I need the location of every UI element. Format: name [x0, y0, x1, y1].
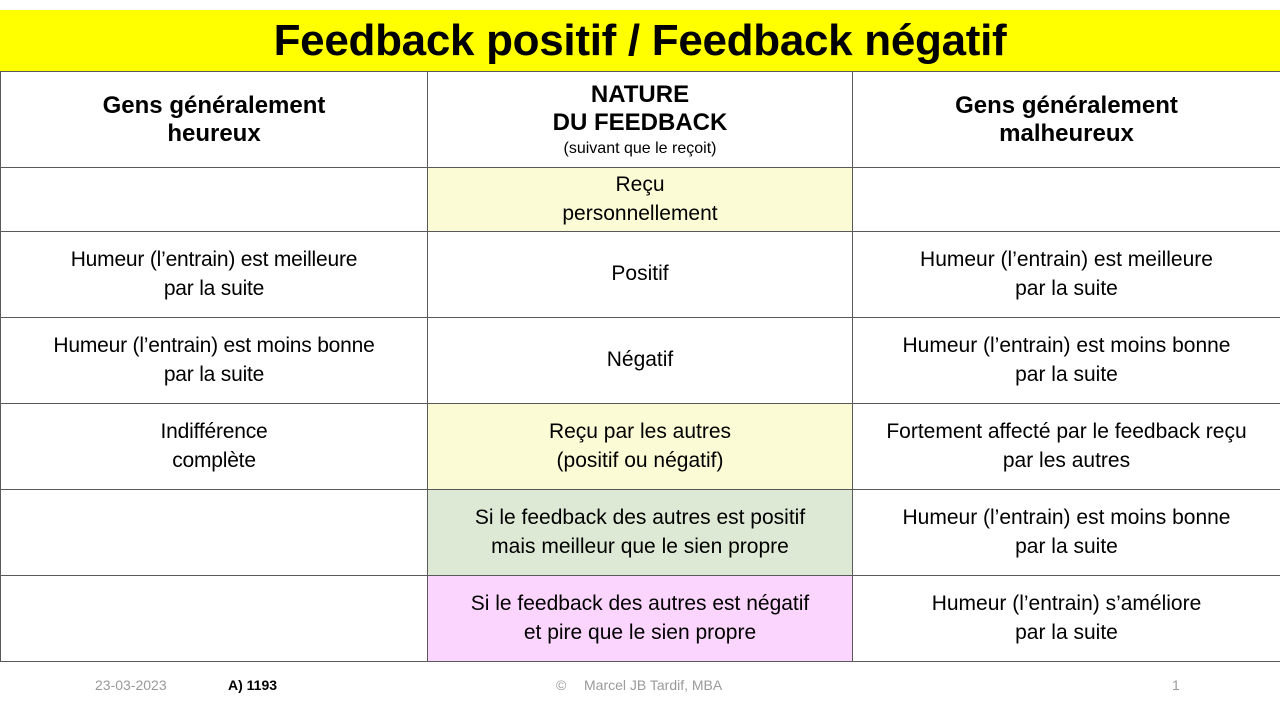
row-4-left-cell: Indifférence complète — [0, 403, 428, 490]
row-1-middle-line1: Reçu — [615, 172, 665, 196]
row-6-middle-line1: Si le feedback des autres est négatif — [470, 591, 810, 615]
header-unhappy-line2: malheureux — [999, 119, 1134, 147]
row-4-left-line2: complète — [172, 448, 256, 472]
table-header-row: Gens généralement heureux NATURE DU FEED… — [0, 71, 1280, 168]
table-row: Si le feedback des autres est positif ma… — [0, 489, 1280, 576]
row-3-right-line1: Humeur (l’entrain) est moins bonne — [902, 333, 1231, 357]
row-1-middle-line2: personnellement — [562, 201, 718, 225]
header-happy-line2: heureux — [167, 119, 261, 147]
row-3-middle-line1: Négatif — [606, 348, 674, 372]
footer-author: Marcel JB Tardif, MBA — [584, 677, 723, 693]
header-happy-line1: Gens généralement — [102, 91, 326, 119]
copyright-icon: © — [556, 677, 567, 693]
row-2-right-cell: Humeur (l’entrain) est meilleure par la … — [852, 231, 1280, 318]
row-3-left-line2: par la suite — [163, 362, 265, 386]
header-cell-feedback-nature: NATURE DU FEEDBACK (suivant que le reçoi… — [427, 71, 853, 168]
header-cell-unhappy-people: Gens généralement malheureux — [852, 71, 1280, 168]
row-6-right-line1: Humeur (l’entrain) s’améliore — [931, 591, 1202, 615]
page-title: Feedback positif / Feedback négatif — [273, 15, 1007, 65]
row-2-right-line1: Humeur (l’entrain) est meilleure — [920, 247, 1213, 271]
row-4-left-line1: Indifférence — [160, 419, 268, 443]
row-4-right-cell: Fortement affecté par le feedback reçu p… — [852, 403, 1280, 490]
row-5-middle-line2: mais meilleur que le sien propre — [491, 534, 789, 558]
row-5-right-line2: par la suite — [1015, 534, 1118, 558]
footer-page-number: 1 — [1172, 677, 1180, 693]
header-nature-line1: NATURE — [590, 81, 690, 109]
header-unhappy-line1: Gens généralement — [955, 91, 1178, 119]
row-2-middle-cell: Positif — [427, 231, 853, 318]
row-1-right-cell — [852, 167, 1280, 232]
row-1-middle-cell: Reçu personnellement — [427, 167, 853, 232]
row-4-middle-line1: Reçu par les autres — [548, 419, 732, 443]
row-6-middle-line2: et pire que le sien propre — [523, 620, 757, 644]
row-5-right-line1: Humeur (l’entrain) est moins bonne — [902, 505, 1231, 529]
feedback-comparison-table: Gens généralement heureux NATURE DU FEED… — [0, 71, 1280, 662]
table-row: Humeur (l’entrain) est moins bonne par l… — [0, 317, 1280, 404]
row-2-middle-line1: Positif — [611, 262, 669, 286]
table-row: Reçu personnellement — [0, 167, 1280, 232]
row-1-left-cell — [0, 167, 428, 232]
footer-reference-code: A) 1193 — [228, 677, 278, 693]
table-row: Humeur (l’entrain) est meilleure par la … — [0, 231, 1280, 318]
title-banner: Feedback positif / Feedback négatif — [0, 10, 1280, 71]
row-5-middle-line1: Si le feedback des autres est positif — [474, 505, 806, 529]
slide: Feedback positif / Feedback négatif Gens… — [0, 0, 1280, 720]
row-3-right-cell: Humeur (l’entrain) est moins bonne par l… — [852, 317, 1280, 404]
row-6-middle-cell: Si le feedback des autres est négatif et… — [427, 575, 853, 662]
header-nature-line2: DU FEEDBACK — [552, 108, 728, 136]
row-3-left-line1: Humeur (l’entrain) est moins bonne — [53, 333, 375, 357]
row-3-right-line2: par la suite — [1015, 362, 1118, 386]
row-6-right-line2: par la suite — [1015, 620, 1118, 644]
row-2-left-line1: Humeur (l’entrain) est meilleure — [70, 247, 358, 271]
row-3-middle-cell: Négatif — [427, 317, 853, 404]
row-5-middle-cell: Si le feedback des autres est positif ma… — [427, 489, 853, 576]
row-2-right-line2: par la suite — [1015, 276, 1118, 300]
row-4-right-line1: Fortement affecté par le feedback reçu — [886, 419, 1247, 443]
footer-date: 23-03-2023 — [95, 677, 167, 693]
header-cell-happy-people: Gens généralement heureux — [0, 71, 428, 168]
row-6-right-cell: Humeur (l’entrain) s’améliore par la sui… — [852, 575, 1280, 662]
table-row: Si le feedback des autres est négatif et… — [0, 575, 1280, 662]
header-nature-subtitle: (suivant que le reçoit) — [563, 139, 717, 157]
row-4-middle-line2: (positif ou négatif) — [556, 448, 724, 472]
slide-footer: 23-03-2023 A) 1193 © Marcel JB Tardif, M… — [0, 668, 1280, 710]
row-5-right-cell: Humeur (l’entrain) est moins bonne par l… — [852, 489, 1280, 576]
row-4-right-line2: par les autres — [1002, 448, 1131, 472]
table-row: Indifférence complète Reçu par les autre… — [0, 403, 1280, 490]
row-2-left-cell: Humeur (l’entrain) est meilleure par la … — [0, 231, 428, 318]
row-4-middle-cell: Reçu par les autres (positif ou négatif) — [427, 403, 853, 490]
row-5-left-cell — [0, 489, 428, 576]
row-2-left-line2: par la suite — [163, 276, 265, 300]
row-6-left-cell — [0, 575, 428, 662]
row-3-left-cell: Humeur (l’entrain) est moins bonne par l… — [0, 317, 428, 404]
